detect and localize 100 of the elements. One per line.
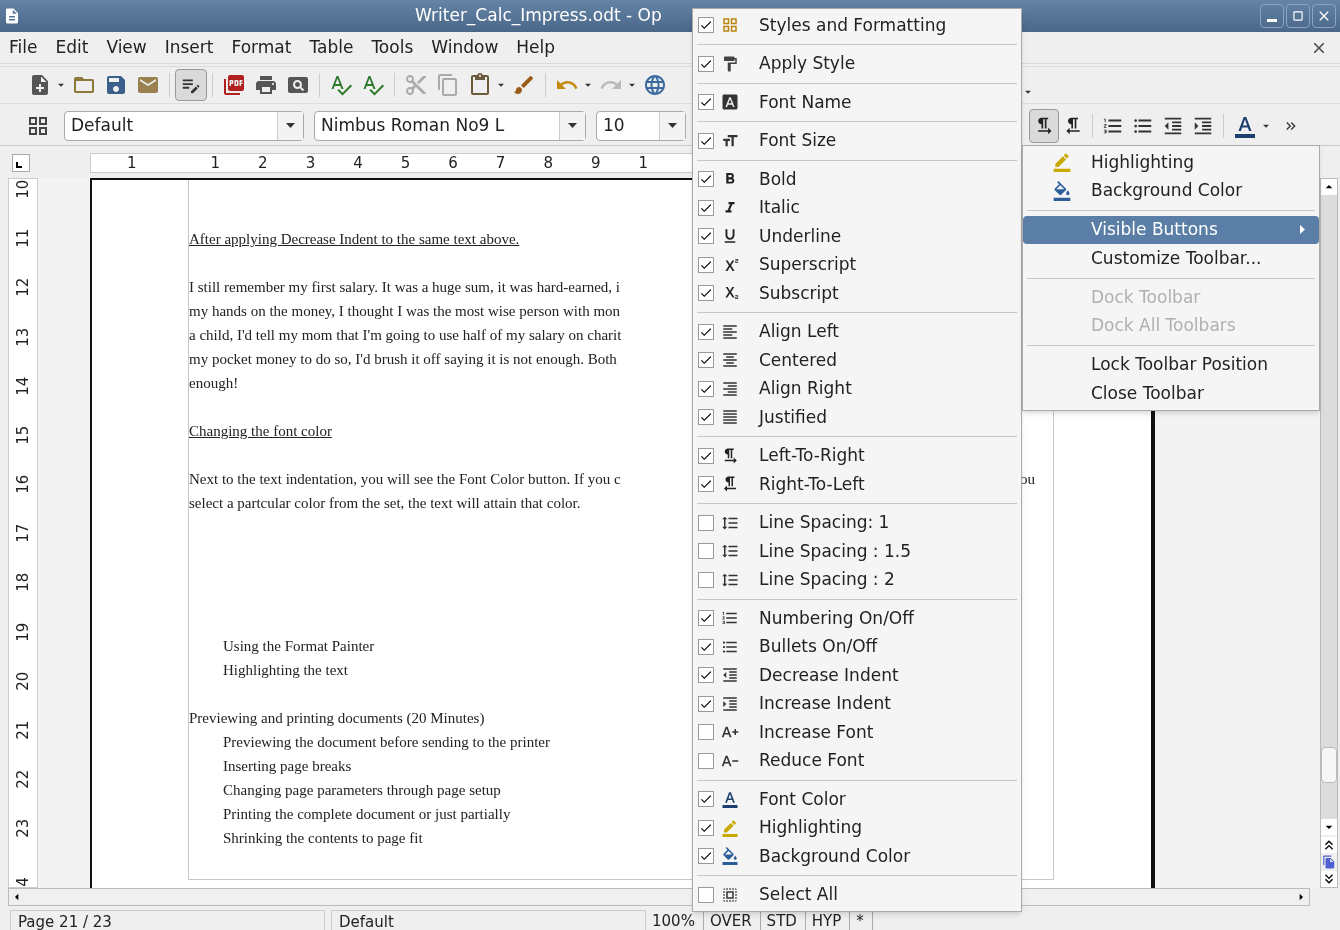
- menu-item[interactable]: Customize Toolbar...: [1023, 244, 1319, 273]
- document-icon: [3, 7, 21, 25]
- checkbox[interactable]: [698, 55, 714, 72]
- menu-item[interactable]: Left-To-Right: [759, 443, 865, 469]
- checkbox[interactable]: [698, 791, 714, 808]
- checkbox[interactable]: [698, 638, 714, 655]
- menu-bar-item[interactable]: File: [9, 34, 38, 61]
- menu-item[interactable]: Align Left: [759, 319, 840, 345]
- menu-item[interactable]: Bold: [759, 166, 797, 192]
- close-button[interactable]: [1312, 4, 1336, 28]
- printer-icon[interactable]: [254, 73, 278, 97]
- menu-item[interactable]: Align Right: [759, 376, 852, 402]
- menu-item[interactable]: Line Spacing : 1.5: [759, 538, 912, 564]
- menu-item[interactable]: Font Name: [759, 89, 852, 115]
- menu-bar-item[interactable]: Window: [431, 34, 499, 61]
- menu-item[interactable]: Background Color: [1023, 176, 1319, 206]
- checkbox[interactable]: [698, 199, 714, 216]
- left-to-right-button[interactable]: [1029, 108, 1059, 143]
- menu-bar-item[interactable]: Table: [309, 34, 354, 61]
- menu-item[interactable]: Visible Buttons: [1023, 215, 1319, 245]
- globe-icon[interactable]: [643, 73, 667, 97]
- checkbox[interactable]: [698, 447, 714, 464]
- menu-item[interactable]: Line Spacing : 2: [759, 567, 895, 593]
- checkbox[interactable]: [698, 409, 714, 426]
- pdf-icon[interactable]: [222, 73, 246, 97]
- scroll-thumb[interactable]: [1321, 747, 1337, 783]
- checkbox[interactable]: [698, 352, 714, 369]
- previous-page-icon[interactable]: [1321, 837, 1337, 853]
- spellcheck-icon[interactable]: [329, 73, 353, 97]
- menu-item[interactable]: Highlighting: [759, 815, 863, 841]
- checkbox[interactable]: [698, 514, 714, 531]
- scroll-down-icon[interactable]: [1321, 819, 1337, 835]
- menu-item[interactable]: Line Spacing: 1: [759, 510, 890, 536]
- paste-icon[interactable]: [468, 73, 492, 97]
- document-text: enough!: [189, 374, 239, 393]
- checkbox[interactable]: [698, 285, 714, 302]
- edit-mode-button[interactable]: [175, 69, 207, 101]
- minimize-button[interactable]: [1260, 4, 1284, 28]
- menu-item[interactable]: Underline: [759, 223, 842, 249]
- menu-bar-item[interactable]: Help: [516, 34, 556, 61]
- checkbox[interactable]: [698, 256, 714, 273]
- menu-item[interactable]: Styles and Formatting: [759, 12, 947, 38]
- vertical-scrollbar[interactable]: [1320, 178, 1338, 888]
- save-icon[interactable]: [104, 73, 128, 97]
- checkbox[interactable]: [698, 476, 714, 493]
- checkbox[interactable]: [698, 571, 714, 588]
- checkbox[interactable]: [698, 695, 714, 712]
- font-color-icon: [721, 790, 739, 809]
- navigator-icon[interactable]: [1322, 855, 1336, 869]
- menu-item[interactable]: Italic: [759, 195, 800, 221]
- checkbox[interactable]: [698, 752, 714, 769]
- menu-item[interactable]: Close Toolbar: [1023, 379, 1319, 408]
- next-page-icon[interactable]: [1321, 871, 1337, 887]
- menu-item[interactable]: Reduce Font: [759, 748, 865, 774]
- dropdown-arrow-icon: [568, 123, 577, 128]
- checkbox[interactable]: [698, 543, 714, 560]
- menu-item[interactable]: Subscript: [759, 280, 839, 306]
- checkbox[interactable]: [698, 228, 714, 245]
- checkbox[interactable]: [698, 323, 714, 340]
- menu-bar-item[interactable]: Insert: [164, 34, 214, 61]
- menu-item[interactable]: Centered: [759, 347, 838, 373]
- menu-item[interactable]: Apply Style: [759, 51, 856, 77]
- menu-item[interactable]: Right-To-Left: [759, 471, 865, 497]
- tab-type-icon[interactable]: [12, 154, 30, 172]
- menu-item[interactable]: Select All: [759, 882, 838, 908]
- checkbox[interactable]: [698, 848, 714, 865]
- checkbox[interactable]: [698, 132, 714, 149]
- checkbox[interactable]: [698, 94, 714, 111]
- menu-item[interactable]: Increase Indent: [759, 691, 891, 717]
- style-select[interactable]: Default: [64, 110, 304, 141]
- checkbox[interactable]: [698, 610, 714, 627]
- menu-item[interactable]: Decrease Indent: [759, 662, 899, 688]
- menu-bar-item[interactable]: Format: [231, 34, 292, 61]
- menu-item[interactable]: Font Color: [759, 786, 846, 812]
- menu-item[interactable]: Superscript: [759, 252, 857, 278]
- checkbox[interactable]: [698, 171, 714, 188]
- menu-bar-item[interactable]: Tools: [371, 34, 414, 61]
- ruler-number: 17: [15, 523, 31, 543]
- ruler-number: 11: [15, 228, 31, 248]
- brush-icon[interactable]: [512, 73, 536, 97]
- spellcheck-icon[interactable]: [361, 73, 385, 97]
- font-select[interactable]: Nimbus Roman No9 L: [314, 110, 586, 141]
- checkbox[interactable]: [698, 724, 714, 741]
- menu-item[interactable]: Justified: [759, 404, 827, 430]
- menu-item[interactable]: Font Size: [759, 128, 837, 154]
- maximize-button[interactable]: [1286, 4, 1310, 28]
- checkbox[interactable]: [698, 17, 714, 34]
- menu-item[interactable]: Background Color: [759, 843, 911, 869]
- menu-bar-item[interactable]: View: [106, 34, 147, 61]
- menu-bar-item[interactable]: Edit: [55, 34, 89, 61]
- menu-item[interactable]: Increase Font: [759, 719, 874, 745]
- menu-item[interactable]: Bullets On/Off: [759, 634, 878, 660]
- menu-item[interactable]: Numbering On/Off: [759, 605, 914, 631]
- menu-item[interactable]: Highlighting: [1023, 148, 1319, 177]
- size-select[interactable]: 10: [596, 110, 686, 141]
- checkbox[interactable]: [698, 380, 714, 397]
- checkbox[interactable]: [698, 819, 714, 836]
- checkbox[interactable]: [698, 886, 714, 903]
- checkbox[interactable]: [698, 667, 714, 684]
- menu-item[interactable]: Lock Toolbar Position: [1023, 350, 1319, 380]
